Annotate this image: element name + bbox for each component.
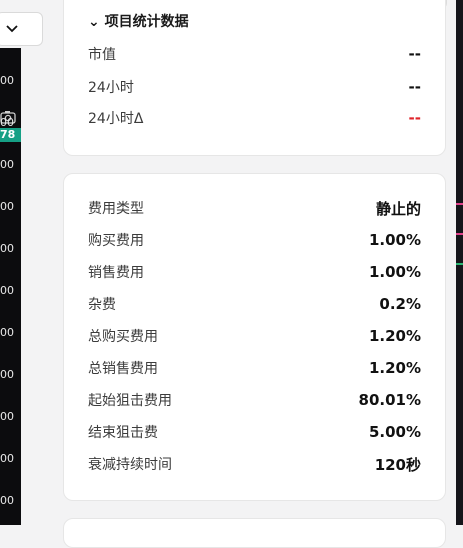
fee-label: 总销售费用 <box>88 361 158 377</box>
axis-tick-label: 00 <box>0 158 14 171</box>
current-price-label: 78 <box>0 128 21 142</box>
fee-label: 起始狙击费用 <box>88 393 172 409</box>
stat-label: 24小时 <box>88 80 134 96</box>
market-stats-card: ⌄ 项目统计数据 市值 -- 24小时 -- 24小时Δ -- <box>63 0 446 156</box>
stat-value-delta: -- <box>408 109 421 127</box>
fee-value: 80.01% <box>358 391 421 409</box>
axis-tick-label: 00 <box>0 200 14 213</box>
fee-row: 总购买费用 1.20% <box>88 326 421 346</box>
stat-value: -- <box>408 78 421 96</box>
axis-tick-label: 00 <box>0 452 14 465</box>
stat-row-24h-delta: 24小时Δ -- <box>88 108 421 128</box>
fee-value: 1.00% <box>368 263 421 281</box>
fee-row: 费用类型 静止的 <box>88 198 421 218</box>
fee-label: 衰减持续时间 <box>88 457 172 473</box>
axis-tick-label: 00 <box>0 368 14 381</box>
fee-value: 1.00% <box>368 231 421 249</box>
axis-tick-label: 00 <box>0 284 14 297</box>
fee-value: 0.2% <box>379 295 421 313</box>
chevron-down-icon <box>6 25 18 33</box>
fee-label: 结束狙击费 <box>88 425 158 441</box>
stat-row-market-cap: 市值 -- <box>88 44 421 64</box>
axis-tick-label: 00 <box>0 494 14 507</box>
axis-tick-label: 00 <box>0 410 14 423</box>
fee-row: 杂费 0.2% <box>88 294 421 314</box>
fee-label: 杂费 <box>88 297 116 313</box>
fee-label: 费用类型 <box>88 201 144 217</box>
stat-label: 市值 <box>88 47 116 63</box>
fee-row: 结束狙击费 5.00% <box>88 422 421 442</box>
stat-label: 24小时Δ <box>88 111 144 127</box>
axis-tick-label: 00 <box>0 74 14 87</box>
stat-row-24h: 24小时 -- <box>88 77 421 97</box>
right-edge-marker <box>456 233 463 235</box>
axis-tick-label: 00 <box>0 242 14 255</box>
market-stats-header: ⌄ 项目统计数据 <box>88 14 189 30</box>
fee-value: 1.20% <box>368 327 421 345</box>
right-edge-marker <box>456 263 463 265</box>
fee-row: 购买费用 1.00% <box>88 230 421 250</box>
next-card <box>63 518 446 548</box>
fee-row: 销售费用 1.00% <box>88 262 421 282</box>
chevron-icon: ⌄ <box>88 14 100 30</box>
right-edge-marker <box>456 203 463 205</box>
fee-label: 购买费用 <box>88 233 144 249</box>
fee-value: 静止的 <box>375 199 421 218</box>
fee-value: 1.20% <box>368 359 421 377</box>
fee-row: 总销售费用 1.20% <box>88 358 421 378</box>
stat-value: -- <box>408 45 421 63</box>
fees-card: 费用类型 静止的购买费用 1.00% 销售费用 1.00% 杂费 0.2% 总购买费用 1.20… <box>63 173 446 501</box>
fee-label: 销售费用 <box>88 265 144 281</box>
dropdown-button[interactable] <box>0 12 43 46</box>
price-chart-strip[interactable]: 00 00 78 00 00 00 00 00 00 00 00 00 <box>0 48 21 525</box>
axis-tick-label: 00 <box>0 326 14 339</box>
fee-label: 总购买费用 <box>88 329 158 345</box>
fee-value: 5.00% <box>368 423 421 441</box>
fee-value: 120秒 <box>374 455 421 474</box>
fee-row: 衰减持续时间 120秒 <box>88 454 421 474</box>
fee-row: 起始狙击费用 80.01% <box>88 390 421 410</box>
